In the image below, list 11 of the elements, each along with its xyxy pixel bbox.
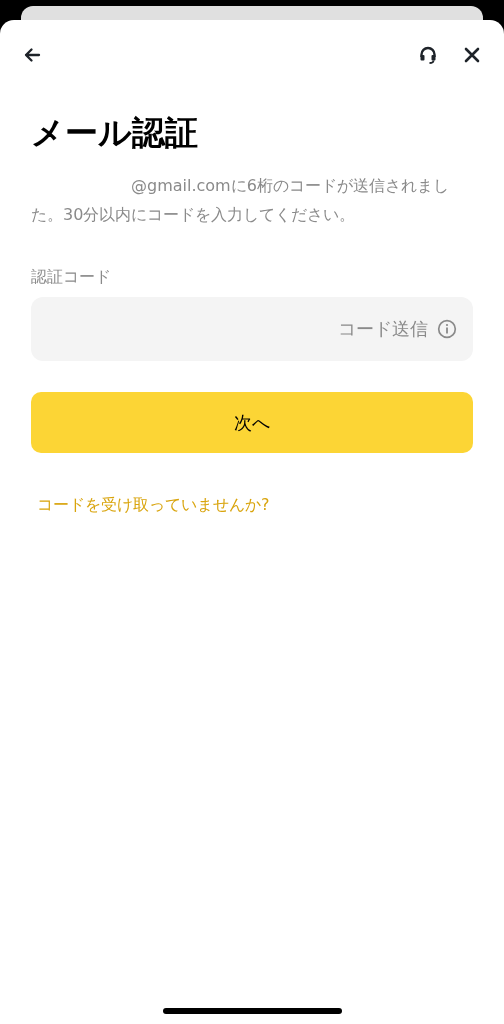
headset-icon[interactable] (418, 45, 438, 65)
info-icon[interactable] (437, 319, 457, 339)
message-text: @gmail.comに6桁のコードが送信されました。30分以内にコードを入力してください。 (31, 175, 450, 226)
close-icon[interactable] (462, 45, 482, 65)
page-title: メール認証 (31, 112, 199, 154)
help-link[interactable]: コードを受け取っていませんか? (37, 495, 270, 516)
send-code-link[interactable]: コード送信 (338, 317, 428, 341)
back-icon[interactable] (22, 45, 42, 65)
next-button[interactable]: 次へ (31, 392, 473, 453)
field-label: 認証コード (31, 267, 112, 288)
code-field[interactable]: コード送信 (31, 297, 473, 361)
